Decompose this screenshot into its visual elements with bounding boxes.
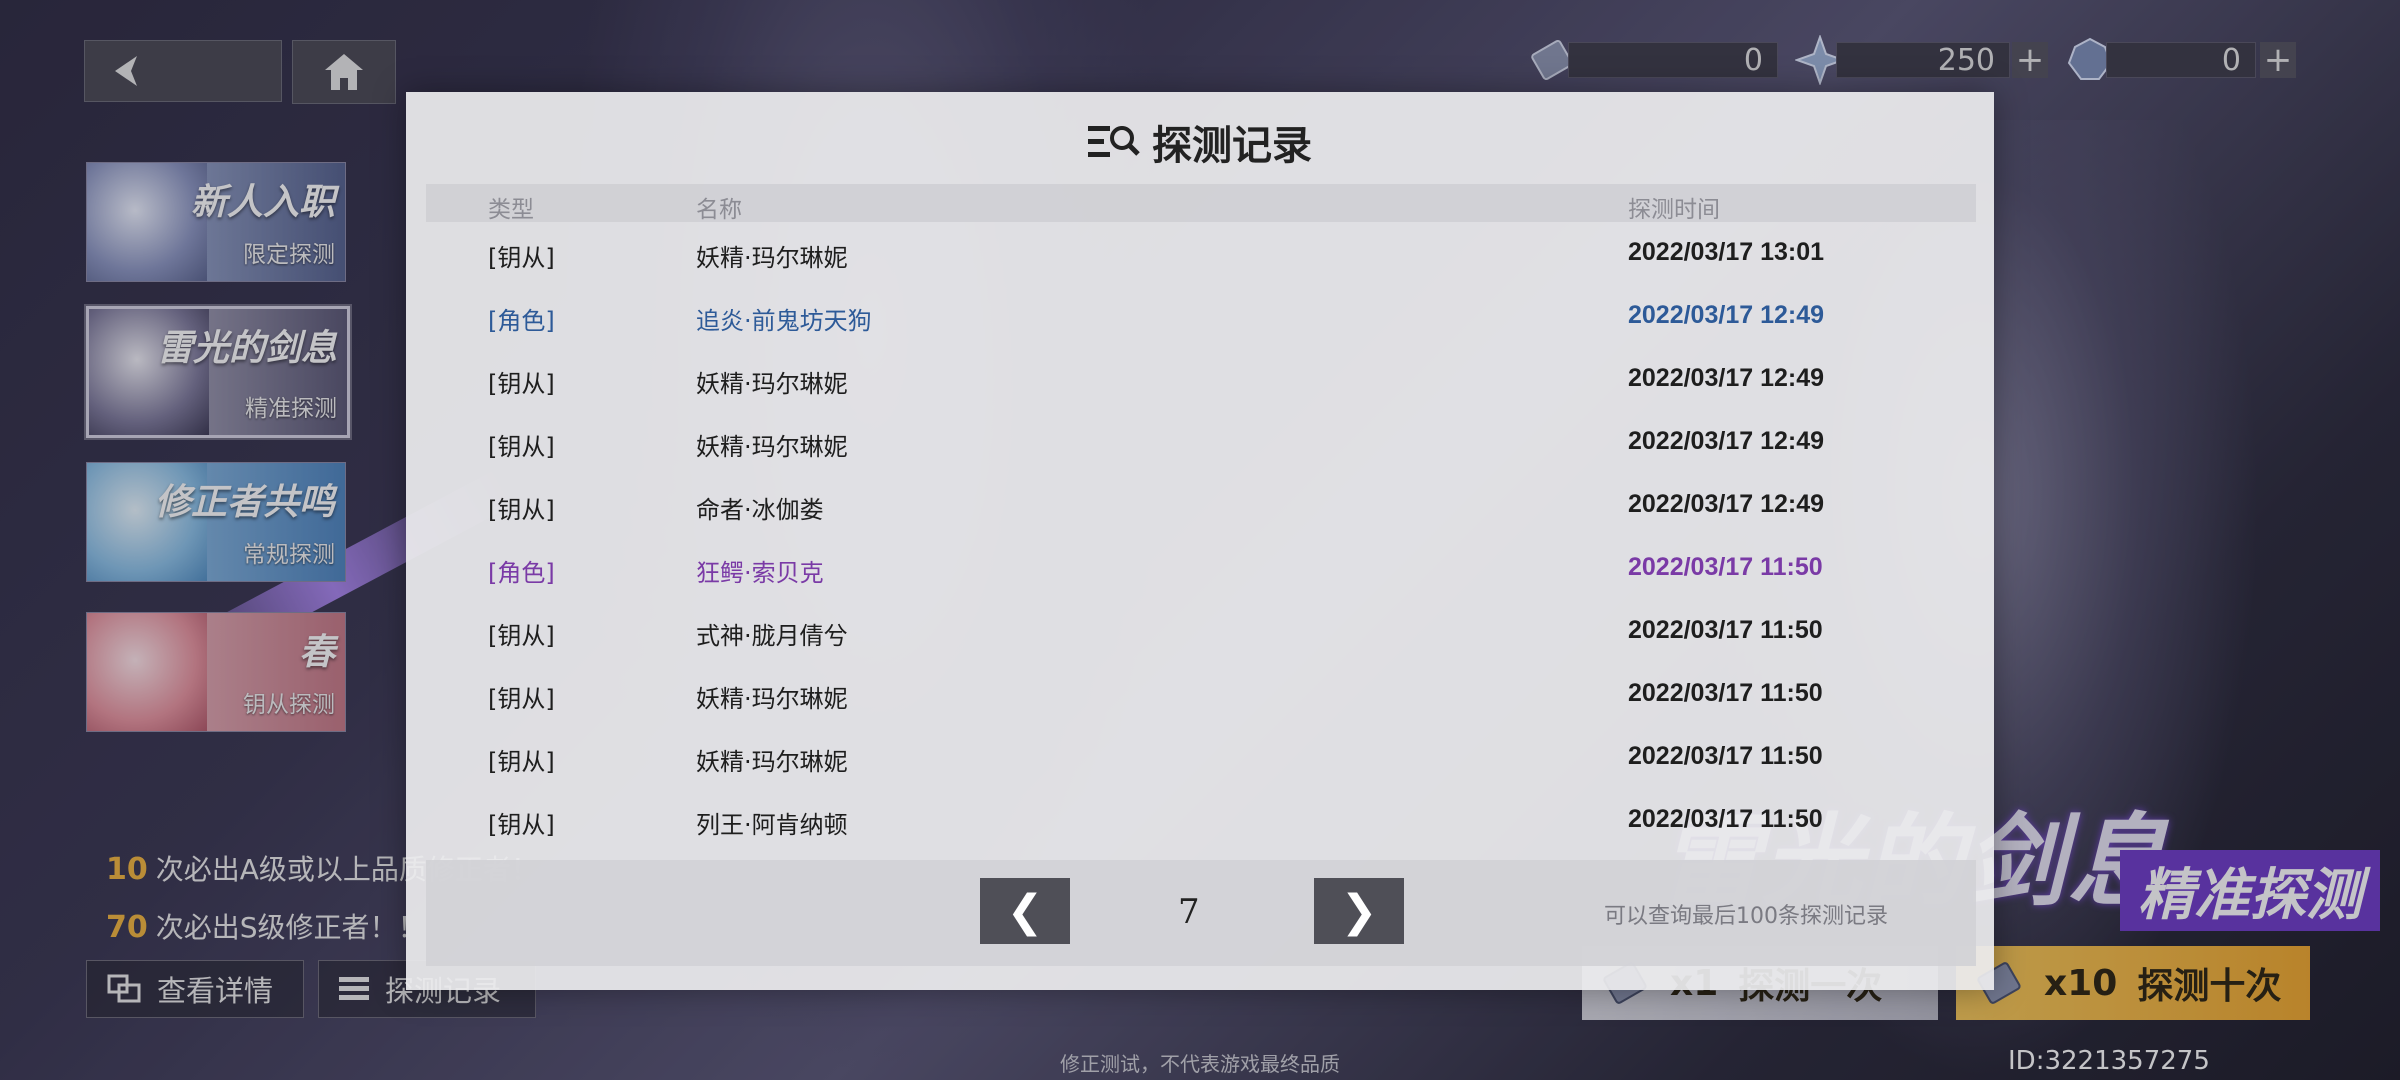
row-type: [钥从]	[488, 244, 555, 272]
row-time: 2022/03/17 12:49	[1628, 427, 1825, 455]
table-row: [钥从] 妖精·玛尔琳妮 2022/03/17 13:01	[426, 222, 1976, 285]
row-type: [钥从]	[488, 748, 555, 776]
header-time: 探测时间	[1628, 197, 1720, 223]
row-name: 追炎·前鬼坊天狗	[696, 307, 872, 335]
row-name: 妖精·玛尔琳妮	[696, 685, 848, 713]
table-row: [钥从] 妖精·玛尔琳妮 2022/03/17 11:50	[426, 663, 1976, 726]
modal-title-text: 探测记录	[1152, 123, 1312, 169]
pagination: ❮ 7 ❯ 可以查询最后100条探测记录	[426, 860, 1976, 966]
table-row: [钥从] 式神·胧月倩兮 2022/03/17 11:50	[426, 600, 1976, 663]
row-name: 妖精·玛尔琳妮	[696, 433, 848, 461]
search-list-icon	[1088, 126, 1140, 157]
row-time: 2022/03/17 11:50	[1628, 679, 1823, 707]
page-number: 7	[1178, 892, 1200, 932]
table-row: [钥从] 命者·冰伽娄 2022/03/17 12:49	[426, 474, 1976, 537]
row-type: [钥从]	[488, 370, 555, 398]
row-time: 2022/03/17 12:49	[1628, 364, 1825, 392]
row-time: 2022/03/17 11:50	[1628, 616, 1823, 644]
table-row: [钥从] 妖精·玛尔琳妮 2022/03/17 12:49	[426, 348, 1976, 411]
row-time: 2022/03/17 11:50	[1628, 553, 1823, 581]
table-header: 类型 名称 探测时间	[426, 184, 1976, 223]
table-row: [角色] 追炎·前鬼坊天狗 2022/03/17 12:49	[426, 285, 1976, 348]
records-limit-note: 可以查询最后100条探测记录	[1604, 904, 1888, 929]
table-row: [钥从] 妖精·玛尔琳妮 2022/03/17 12:49	[426, 411, 1976, 474]
row-type: [角色]	[488, 307, 555, 335]
modal-title: 探测记录	[406, 112, 1994, 172]
row-name: 命者·冰伽娄	[696, 496, 824, 524]
row-name: 狂鳄·索贝克	[696, 559, 824, 587]
row-type: [钥从]	[488, 685, 555, 713]
prev-page-button[interactable]: ❮	[980, 878, 1070, 944]
row-time: 2022/03/17 11:50	[1628, 742, 1823, 770]
row-name: 式神·胧月倩兮	[696, 622, 848, 650]
row-time: 2022/03/17 11:50	[1628, 805, 1823, 833]
row-type: [钥从]	[488, 496, 555, 524]
row-time: 2022/03/17 13:01	[1628, 238, 1825, 266]
row-type: [钥从]	[488, 433, 555, 461]
row-time: 2022/03/17 12:49	[1628, 490, 1825, 518]
table-row: [钥从] 列王·阿肯纳顿 2022/03/17 11:50	[426, 789, 1976, 852]
row-type: [角色]	[488, 559, 555, 587]
row-name: 列王·阿肯纳顿	[696, 811, 848, 839]
header-name: 名称	[696, 197, 742, 223]
table-row: [角色] 狂鳄·索贝克 2022/03/17 11:50	[426, 537, 1976, 600]
table-row: [钥从] 妖精·玛尔琳妮 2022/03/17 11:50	[426, 726, 1976, 789]
row-time: 2022/03/17 12:49	[1628, 301, 1825, 329]
header-type: 类型	[488, 197, 534, 223]
row-name: 妖精·玛尔琳妮	[696, 244, 848, 272]
row-type: [钥从]	[488, 811, 555, 839]
records-modal: 探测记录 类型 名称 探测时间 [钥从] 妖精·玛尔琳妮 2022/03/17 …	[406, 92, 1994, 990]
next-page-button[interactable]: ❯	[1314, 878, 1404, 944]
row-type: [钥从]	[488, 622, 555, 650]
row-name: 妖精·玛尔琳妮	[696, 370, 848, 398]
row-name: 妖精·玛尔琳妮	[696, 748, 848, 776]
